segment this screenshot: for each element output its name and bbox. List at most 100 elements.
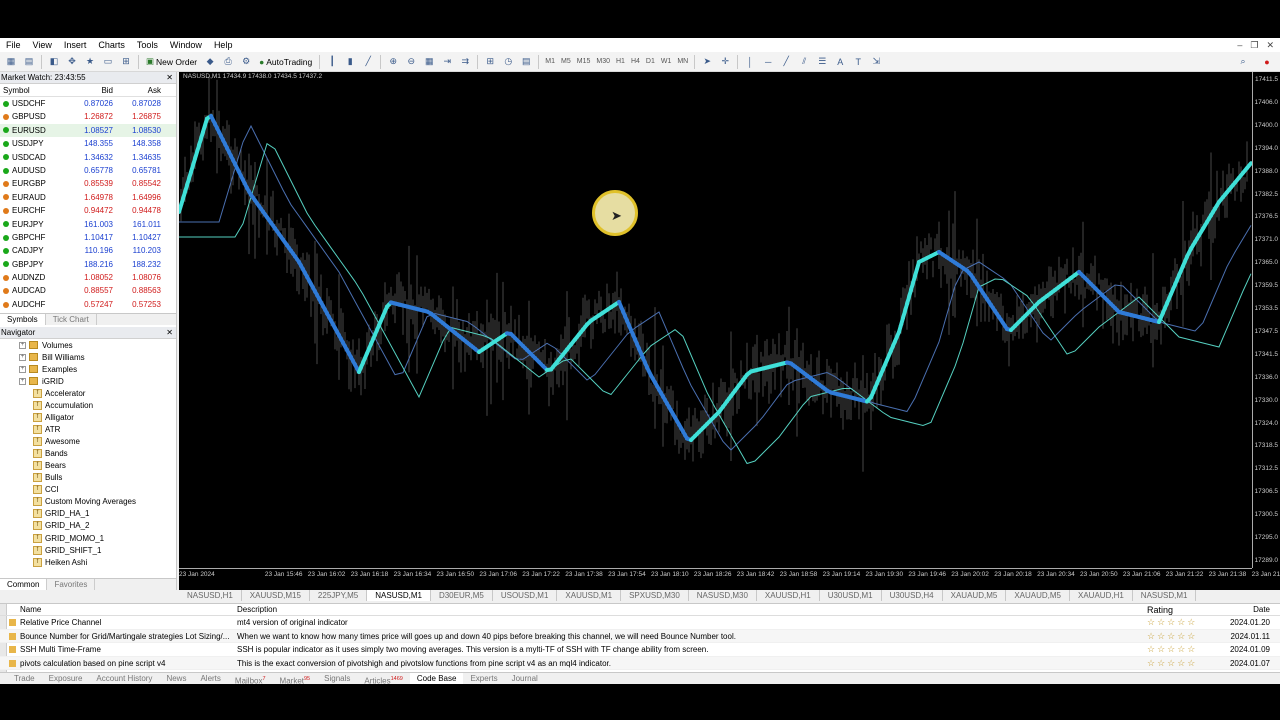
- market-watch-row[interactable]: AUDCHF 0.57247 0.57253: [0, 298, 176, 311]
- channel-icon[interactable]: ⫽: [796, 55, 812, 69]
- close-icon[interactable]: ✕: [166, 327, 173, 339]
- chart-tab[interactable]: NASUSD,M30: [689, 590, 757, 601]
- navigator-indicator[interactable]: f Awesome: [0, 436, 176, 448]
- minimize-icon[interactable]: –: [1237, 40, 1242, 51]
- zoom-out-icon[interactable]: ⊖: [403, 55, 419, 69]
- timeframe-w1[interactable]: W1: [658, 58, 675, 65]
- market-watch-row[interactable]: USDJPY 148.355 148.358: [0, 137, 176, 150]
- expand-icon[interactable]: +: [19, 365, 26, 373]
- vertical-line-icon[interactable]: │: [742, 55, 758, 69]
- chart-tab[interactable]: XAUAUD,M5: [943, 590, 1007, 601]
- column-description[interactable]: Description: [237, 604, 1147, 615]
- column-name[interactable]: Name: [0, 604, 237, 615]
- market-watch-row[interactable]: CADJPY 110.196 110.203: [0, 244, 176, 257]
- market-watch-row[interactable]: GBPCHF 1.10417 1.10427: [0, 231, 176, 244]
- strategy-tester-icon[interactable]: ⊞: [118, 55, 134, 69]
- chart-tab[interactable]: SPXUSD,M30: [621, 590, 689, 601]
- auto-trading-button[interactable]: ● AutoTrading: [255, 54, 316, 70]
- column-ask[interactable]: Ask: [113, 84, 161, 96]
- menu-help[interactable]: Help: [208, 38, 239, 52]
- trendline-icon[interactable]: ╱: [778, 55, 794, 69]
- market-watch-row[interactable]: USDCHF 0.87026 0.87028: [0, 97, 176, 110]
- navigator-indicator[interactable]: f GRID_SHIFT_1: [0, 544, 176, 556]
- chart-tab[interactable]: XAUUSD,H1: [757, 590, 820, 601]
- new-order-button[interactable]: ▣ New Order: [142, 54, 201, 70]
- market-watch-row[interactable]: AUDNZD 1.08052 1.08076: [0, 271, 176, 284]
- chart-tab[interactable]: U30USD,H4: [882, 590, 943, 601]
- terminal-tab[interactable]: Exposure: [42, 673, 90, 684]
- terminal-tab[interactable]: Journal: [505, 673, 545, 684]
- options-icon[interactable]: ⚙: [238, 55, 254, 69]
- notification-icon[interactable]: ●: [1259, 55, 1275, 69]
- code-base-row[interactable]: SSH Multi Time-Frame SSH is popular indic…: [0, 643, 1280, 657]
- text-icon[interactable]: A: [832, 55, 848, 69]
- chart-tab[interactable]: XAUUSD,M15: [242, 590, 310, 601]
- tab-tick-chart[interactable]: Tick Chart: [46, 314, 97, 326]
- market-watch-icon[interactable]: ◧: [46, 55, 62, 69]
- market-watch-row[interactable]: AUDUSD 0.65778 0.65781: [0, 164, 176, 177]
- menu-tools[interactable]: Tools: [131, 38, 164, 52]
- menu-window[interactable]: Window: [164, 38, 208, 52]
- bar-chart-icon[interactable]: ┃: [324, 55, 340, 69]
- terminal-icon[interactable]: ▭: [100, 55, 116, 69]
- market-watch-row[interactable]: GBPJPY 188.216 188.232: [0, 258, 176, 271]
- expand-icon[interactable]: +: [19, 353, 26, 361]
- timeframe-m1[interactable]: M1: [542, 58, 558, 65]
- navigator-folder[interactable]: + iGRID: [0, 375, 176, 387]
- timeframe-m5[interactable]: M5: [558, 58, 574, 65]
- menu-file[interactable]: File: [0, 38, 27, 52]
- indicators-icon[interactable]: ⊞: [482, 55, 498, 69]
- navigator-indicator[interactable]: f Bulls: [0, 472, 176, 484]
- timeframe-m15[interactable]: M15: [574, 58, 594, 65]
- terminal-tab[interactable]: Signals: [317, 673, 357, 684]
- chart-tab[interactable]: 225JPY,M5: [310, 590, 368, 601]
- terminal-tab[interactable]: Account History: [89, 673, 159, 684]
- terminal-tab[interactable]: Mailbox7: [228, 673, 273, 686]
- navigator-indicator[interactable]: f Accelerator: [0, 387, 176, 399]
- chart-tab[interactable]: XAUUSD,M1: [557, 590, 622, 601]
- navigator-indicator[interactable]: f Bears: [0, 460, 176, 472]
- column-rating[interactable]: Rating: [1147, 604, 1207, 615]
- market-watch-row[interactable]: GBPUSD 1.26872 1.26875: [0, 110, 176, 123]
- navigator-indicator[interactable]: f GRID_HA_2: [0, 520, 176, 532]
- timeframe-mn[interactable]: MN: [674, 58, 691, 65]
- navigator-indicator[interactable]: f Heiken Ashi: [0, 556, 176, 568]
- timeframe-m30[interactable]: M30: [593, 58, 613, 65]
- market-watch-row[interactable]: USDCAD 1.34632 1.34635: [0, 151, 176, 164]
- market-watch-row[interactable]: AUDCAD 0.88557 0.88563: [0, 284, 176, 297]
- chart-tab[interactable]: NASUSD,M1: [1133, 590, 1197, 601]
- column-symbol[interactable]: Symbol: [0, 84, 70, 96]
- terminal-tab[interactable]: Market95: [273, 673, 318, 686]
- chart-tab[interactable]: U30USD,M1: [820, 590, 882, 601]
- navigator-indicator[interactable]: f Bands: [0, 448, 176, 460]
- tab-common[interactable]: Common: [0, 579, 48, 590]
- templates-icon[interactable]: ▤: [518, 55, 534, 69]
- market-watch-row[interactable]: EURJPY 161.003 161.011: [0, 218, 176, 231]
- expand-icon[interactable]: +: [19, 341, 26, 349]
- text-label-icon[interactable]: T: [850, 55, 866, 69]
- close-icon[interactable]: ✕: [166, 72, 173, 84]
- market-watch-row[interactable]: EURUSD 1.08527 1.08530: [0, 123, 176, 138]
- print-icon[interactable]: ⎙: [220, 55, 236, 69]
- chart-tab[interactable]: XAUAUD,M5: [1006, 590, 1070, 601]
- price-chart[interactable]: [179, 72, 1252, 568]
- navigator-icon[interactable]: ★: [82, 55, 98, 69]
- terminal-tab[interactable]: News: [159, 673, 193, 684]
- close-icon[interactable]: ✕: [1266, 40, 1274, 51]
- market-watch-row[interactable]: EURAUD 1.64978 1.64996: [0, 191, 176, 204]
- data-window-icon[interactable]: ✥: [64, 55, 80, 69]
- navigator-folder[interactable]: + Bill Williams: [0, 351, 176, 363]
- navigator-indicator[interactable]: f CCI: [0, 484, 176, 496]
- metaeditor-icon[interactable]: ◆: [202, 55, 218, 69]
- tab-symbols[interactable]: Symbols: [0, 314, 46, 326]
- timeframe-h1[interactable]: H1: [613, 58, 628, 65]
- column-date[interactable]: Date: [1207, 604, 1280, 615]
- periods-icon[interactable]: ◷: [500, 55, 516, 69]
- menu-insert[interactable]: Insert: [58, 38, 93, 52]
- profiles-icon[interactable]: ▤: [21, 55, 37, 69]
- navigator-indicator[interactable]: f ATR: [0, 424, 176, 436]
- search-icon[interactable]: ⌕: [1235, 55, 1251, 69]
- crosshair-icon[interactable]: ✛: [717, 55, 733, 69]
- candlestick-icon[interactable]: ▮: [342, 55, 358, 69]
- market-watch-row[interactable]: EURGBP 0.85539 0.85542: [0, 177, 176, 190]
